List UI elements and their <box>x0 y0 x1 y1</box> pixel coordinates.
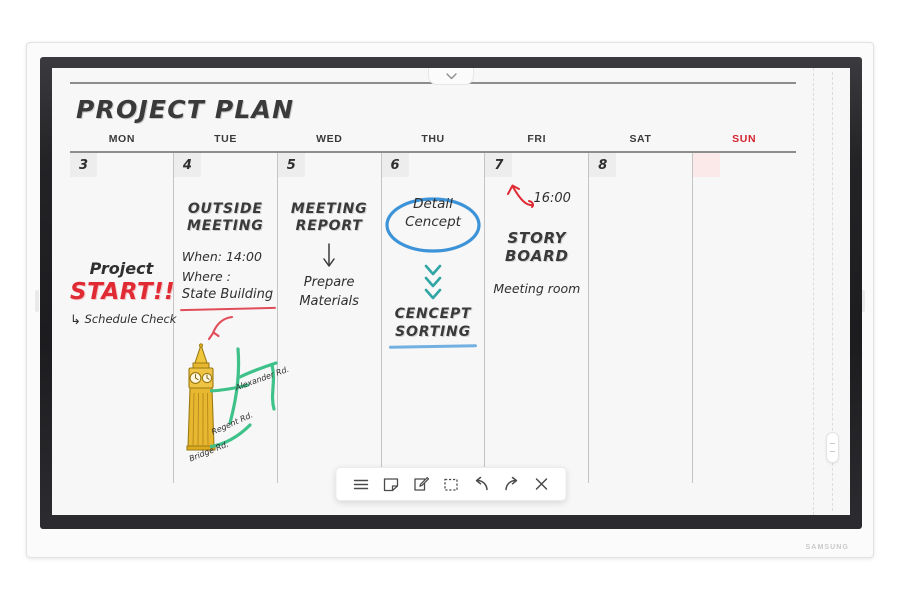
tue-title: OUTSIDE MEETING <box>174 201 277 235</box>
day-column-wed[interactable]: 5 MEETING REPORT Prepare Materials <box>277 153 382 483</box>
weekday-fri: FRI <box>527 133 547 145</box>
fri-title: STORY BOARD <box>485 229 588 265</box>
day-column-fri[interactable]: 7 16:00 STORY BOARD Meeting room <box>485 153 590 483</box>
undo-icon[interactable] <box>468 471 495 498</box>
date-chip-tue: 4 <box>173 153 201 177</box>
wed-title-line1: MEETING <box>290 201 368 217</box>
floating-toolbar[interactable] <box>335 467 567 501</box>
redo-icon[interactable] <box>498 471 525 498</box>
weekday-sun: SUN <box>732 133 757 145</box>
date-chip-wed: 5 <box>277 153 305 177</box>
fri-title-line2: BOARD <box>504 247 569 265</box>
fri-room-text: Meeting room <box>493 281 581 296</box>
tue-where-underline <box>179 306 276 312</box>
weekday-mon: MON <box>108 133 135 145</box>
menu-icon[interactable] <box>348 471 375 498</box>
wed-title: MEETING REPORT <box>278 201 381 235</box>
thu-oval-line2: Cencept <box>405 214 461 230</box>
brand-logo: SAMSUNG <box>805 544 849 551</box>
day-body-fri: 16:00 STORY BOARD Meeting room <box>485 177 588 483</box>
date-chip-sun <box>693 153 721 177</box>
mon-start-text: START!! <box>70 279 176 305</box>
select-box-icon[interactable] <box>438 471 465 498</box>
frame-notch-left <box>35 290 39 312</box>
weekday-sat: SAT <box>629 133 652 145</box>
day-column-tue[interactable]: 4 OUTSIDE MEETING When: 14:00 Where : St… <box>173 153 290 483</box>
close-icon[interactable] <box>528 471 555 498</box>
day-body-tue: OUTSIDE MEETING When: 14:00 Where : Stat… <box>174 177 290 483</box>
date-chip-fri: 7 <box>485 153 513 177</box>
page-edge-divider <box>813 68 814 515</box>
scroll-thumb-grip <box>830 443 835 452</box>
date-chip-sat: 8 <box>589 153 617 177</box>
down-arrow-icon <box>321 243 337 274</box>
mon-project-text: Project <box>89 259 154 278</box>
whiteboard-screen[interactable]: PROJECT PLAN MON TUE WED THU FRI SAT SUN… <box>52 68 850 515</box>
wed-note-line1: Prepare <box>303 275 355 290</box>
day-column-mon[interactable]: 3 Project START!! ↳ Schedule Check <box>70 153 176 483</box>
thu-oval-text: Detail Cencept <box>382 195 485 231</box>
day-body-mon: Project START!! ↳ Schedule Check <box>70 177 176 483</box>
page-title: PROJECT PLAN <box>76 95 295 124</box>
wed-note-line2: Materials <box>299 294 359 309</box>
triple-chevron-down-icon <box>421 263 445 308</box>
thu-result-title: CENCEPT SORTING <box>382 305 485 341</box>
day-columns-grid: 3 Project START!! ↳ Schedule Check 4 OUT… <box>70 153 796 483</box>
chevron-down-icon <box>445 72 457 80</box>
mon-note-block: Project START!! ↳ Schedule Check <box>70 259 176 328</box>
display-bezel: PROJECT PLAN MON TUE WED THU FRI SAT SUN… <box>40 57 862 529</box>
day-column-sat[interactable]: 8 <box>589 153 694 483</box>
device-outer-frame: PROJECT PLAN MON TUE WED THU FRI SAT SUN… <box>26 42 874 558</box>
whiteboard-canvas[interactable]: PROJECT PLAN MON TUE WED THU FRI SAT SUN… <box>52 68 814 515</box>
day-body-wed: MEETING REPORT Prepare Materials <box>278 177 381 483</box>
day-body-thu: Detail Cencept CENCEPT SORTING <box>382 177 485 483</box>
wed-title-line2: REPORT <box>295 218 363 234</box>
tue-title-line1: OUTSIDE <box>187 201 263 217</box>
pen-edit-icon[interactable] <box>408 471 435 498</box>
weekday-tue: TUE <box>214 133 237 145</box>
tue-where-label: Where : <box>181 269 231 284</box>
street-map-drawing: Alexander Rd. Regent Rd. Bridge Rd. <box>188 347 290 464</box>
tue-title-line2: MEETING <box>186 218 264 234</box>
thu-oval-line1: Detail <box>413 196 453 212</box>
mon-schedule-check-text: Schedule Check <box>84 312 177 326</box>
tue-when-text: When: 14:00 <box>181 249 262 264</box>
scrollbar-thumb[interactable] <box>826 432 839 463</box>
weekday-header-row: MON TUE WED THU FRI SAT SUN <box>70 133 796 153</box>
hook-arrow-icon: ↳ <box>70 313 81 328</box>
mon-schedule-check-line: ↳ Schedule Check <box>70 312 176 328</box>
wed-note: Prepare Materials <box>278 273 381 311</box>
fri-time-text: 16:00 <box>533 191 571 206</box>
tue-where-value: State Building <box>181 287 274 302</box>
day-column-thu[interactable]: 6 Detail Cencept CENCEPT SORTING <box>381 153 486 483</box>
weekday-thu: THU <box>421 133 445 145</box>
day-column-sun[interactable] <box>693 153 796 483</box>
day-body-sat <box>589 177 692 483</box>
fri-title-line1: STORY <box>507 229 567 247</box>
pulldown-tab[interactable] <box>428 68 474 85</box>
thu-result-line2: SORTING <box>395 324 471 340</box>
thu-result-line1: CENCEPT <box>394 306 472 322</box>
day-body-sun <box>693 177 796 483</box>
date-chip-thu: 6 <box>381 153 409 177</box>
thu-result-underline <box>388 344 478 349</box>
date-chip-mon: 3 <box>70 153 97 177</box>
note-icon[interactable] <box>378 471 405 498</box>
weekday-wed: WED <box>316 133 343 145</box>
